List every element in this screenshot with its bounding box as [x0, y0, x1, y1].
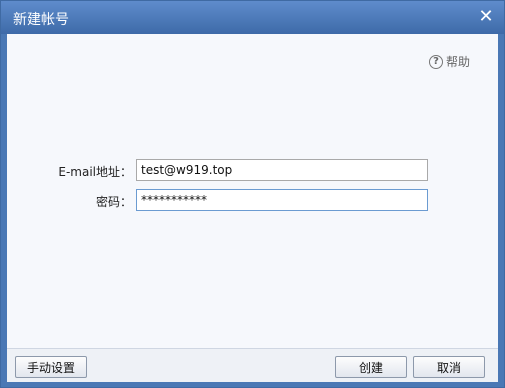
- password-label: 密码：: [95, 195, 132, 209]
- password-field[interactable]: [136, 189, 428, 211]
- password-row: 密码：: [7, 189, 498, 213]
- help-circle-icon: ?: [428, 54, 443, 69]
- dialog-content: ?帮助 E-mail地址： 密码：: [7, 34, 498, 348]
- email-field[interactable]: [136, 159, 428, 181]
- help-label: 帮助: [445, 55, 470, 69]
- manual-settings-button[interactable]: 手动设置: [15, 356, 87, 378]
- new-account-dialog: 新建帐号 ✕ ?帮助 E-mail地址： 密码： 手动设置 创建 取消: [0, 0, 505, 388]
- dialog-titlebar: 新建帐号 ✕: [1, 1, 504, 34]
- create-button[interactable]: 创建: [335, 356, 407, 378]
- email-label: E-mail地址：: [58, 165, 132, 179]
- close-button[interactable]: ✕: [476, 7, 496, 27]
- close-icon: ✕: [478, 6, 494, 27]
- dialog-title: 新建帐号: [13, 12, 69, 28]
- email-row: E-mail地址：: [7, 159, 498, 183]
- cancel-button[interactable]: 取消: [413, 356, 485, 378]
- help-link[interactable]: ? 帮助: [428, 53, 470, 70]
- dialog-footer: 手动设置 创建 取消: [7, 348, 498, 382]
